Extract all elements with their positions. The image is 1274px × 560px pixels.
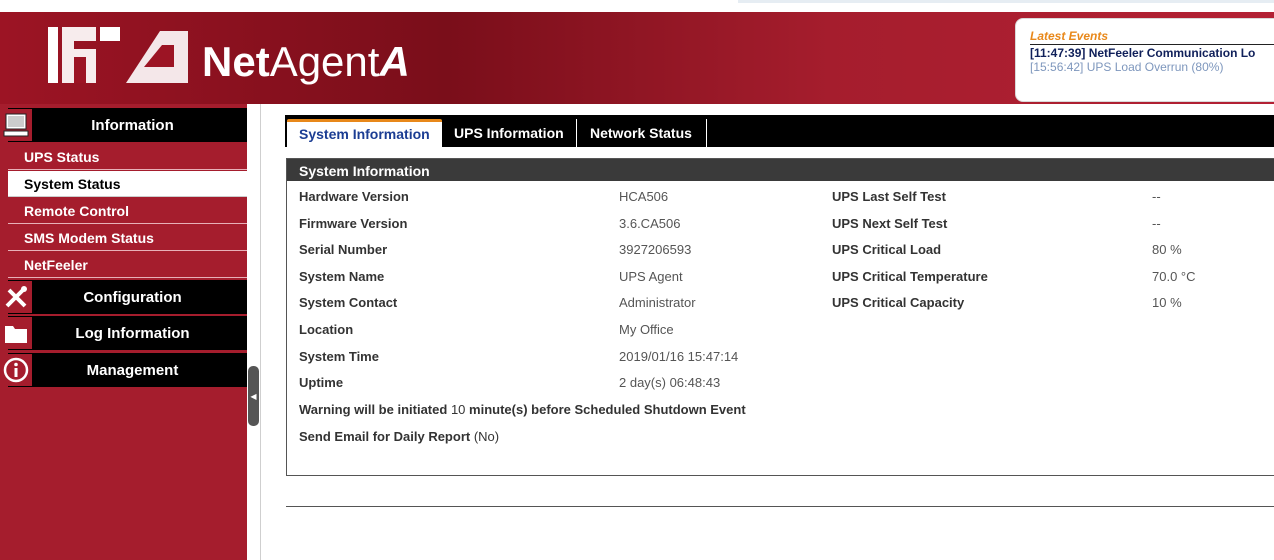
brand-name: NetAgentA bbox=[202, 38, 410, 86]
uptime-label: Uptime bbox=[299, 375, 344, 390]
ups-critical-temperature-value: 70.0 °C bbox=[1152, 269, 1196, 284]
top-strip bbox=[0, 0, 1274, 12]
ups-last-self-test-label: UPS Last Self Test bbox=[832, 189, 946, 204]
sidebar: Information UPS Status System Status Rem… bbox=[0, 104, 247, 560]
system-time-label: System Time bbox=[299, 349, 379, 364]
ups-next-self-test-label: UPS Next Self Test bbox=[832, 216, 948, 231]
brand-middle: Agent bbox=[269, 38, 380, 85]
ups-critical-capacity-label: UPS Critical Capacity bbox=[832, 295, 965, 310]
page: NetAgentA Latest Events [11:47:39] NetFe… bbox=[0, 0, 1274, 560]
daily-report-value: (No) bbox=[473, 429, 500, 444]
tab-network-status[interactable]: Network Status bbox=[578, 119, 704, 147]
event-item[interactable]: [11:47:39] NetFeeler Communication Lo bbox=[1030, 46, 1274, 60]
shutdown-warning-prefix: Warning will be initiated bbox=[299, 402, 448, 417]
sidebar-item-sms-modem-status[interactable]: SMS Modem Status bbox=[8, 225, 247, 251]
ups-critical-temperature-label: UPS Critical Temperature bbox=[832, 269, 988, 284]
tab-ups-information[interactable]: UPS Information bbox=[442, 119, 576, 147]
sidebar-group-label: Configuration bbox=[83, 288, 182, 306]
serial-number-label: Serial Number bbox=[299, 242, 388, 257]
daily-report-text: Send Email for Daily Report (No) bbox=[299, 429, 499, 444]
sidebar-group-label: Log Information bbox=[75, 324, 190, 342]
sidebar-item-system-status[interactable]: System Status bbox=[8, 171, 247, 197]
computer-icon bbox=[0, 109, 32, 141]
system-information-panel: System Information Hardware Version HCA5… bbox=[286, 158, 1274, 476]
tools-icon bbox=[0, 281, 32, 313]
bottom-divider bbox=[286, 506, 1274, 507]
ups-last-self-test-value: -- bbox=[1152, 189, 1161, 204]
tab-separator bbox=[576, 119, 577, 147]
sidebar-splitter bbox=[260, 104, 261, 560]
ups-critical-load-label: UPS Critical Load bbox=[832, 242, 942, 257]
firmware-version-value: 3.6.CA506 bbox=[619, 216, 681, 231]
hardware-version-value: HCA506 bbox=[619, 189, 669, 204]
system-contact-value: Administrator bbox=[619, 295, 696, 310]
system-contact-label: System Contact bbox=[299, 295, 398, 310]
system-time-value: 2019/01/16 15:47:14 bbox=[619, 349, 739, 364]
system-name-value: UPS Agent bbox=[619, 269, 683, 284]
firmware-version-label: Firmware Version bbox=[299, 216, 408, 231]
tab-bar: System Information UPS Information Netwo… bbox=[285, 115, 1274, 147]
sidebar-group-label: Management bbox=[86, 361, 179, 379]
info-icon bbox=[0, 354, 32, 386]
sidebar-item-netfeeler[interactable]: NetFeeler bbox=[8, 252, 247, 278]
folder-icon bbox=[0, 317, 32, 349]
hardware-version-label: Hardware Version bbox=[299, 189, 409, 204]
latest-events-panel: Latest Events [11:47:39] NetFeeler Commu… bbox=[1015, 18, 1274, 102]
sidebar-item-remote-control[interactable]: Remote Control bbox=[8, 198, 247, 224]
sidebar-group-log-information[interactable]: Log Information bbox=[0, 316, 247, 350]
header: NetAgentA Latest Events [11:47:39] NetFe… bbox=[0, 12, 1274, 104]
uptime-value: 2 day(s) 06:48:43 bbox=[619, 375, 721, 390]
top-strip-box bbox=[738, 0, 1274, 3]
location-label: Location bbox=[299, 322, 354, 337]
daily-report-prefix: Send Email for Daily Report bbox=[299, 429, 471, 444]
brand-suffix: A bbox=[379, 38, 410, 85]
ups-critical-load-value: 80 % bbox=[1152, 242, 1182, 257]
sidebar-group-information[interactable]: Information bbox=[0, 108, 247, 142]
brand-prefix: Net bbox=[202, 38, 270, 85]
sidebar-group-management[interactable]: Management bbox=[0, 353, 247, 387]
shutdown-warning-value: 10 bbox=[450, 402, 466, 417]
latest-events-title: Latest Events bbox=[1030, 29, 1109, 43]
location-value: My Office bbox=[619, 322, 674, 337]
collapse-handle-icon[interactable]: ◀ bbox=[248, 366, 259, 426]
tab-separator bbox=[706, 119, 707, 147]
system-name-label: System Name bbox=[299, 269, 385, 284]
shutdown-warning-text: Warning will be initiated 10 minute(s) b… bbox=[299, 402, 746, 417]
sidebar-group-label: Information bbox=[91, 116, 174, 134]
ups-critical-capacity-value: 10 % bbox=[1152, 295, 1182, 310]
event-item[interactable]: [15:56:42] UPS Load Overrun (80%) bbox=[1030, 60, 1274, 74]
tab-system-information[interactable]: System Information bbox=[287, 119, 442, 147]
ups-next-self-test-value: -- bbox=[1152, 216, 1161, 231]
serial-number-value: 3927206593 bbox=[619, 242, 692, 257]
sidebar-item-ups-status[interactable]: UPS Status bbox=[8, 144, 247, 170]
shutdown-warning-suffix: minute(s) before Scheduled Shutdown Even… bbox=[469, 402, 746, 417]
latest-events-divider bbox=[1030, 44, 1274, 45]
panel-title: System Information bbox=[287, 159, 1274, 181]
sidebar-group-configuration[interactable]: Configuration bbox=[0, 280, 247, 314]
logo-icon bbox=[48, 27, 188, 83]
